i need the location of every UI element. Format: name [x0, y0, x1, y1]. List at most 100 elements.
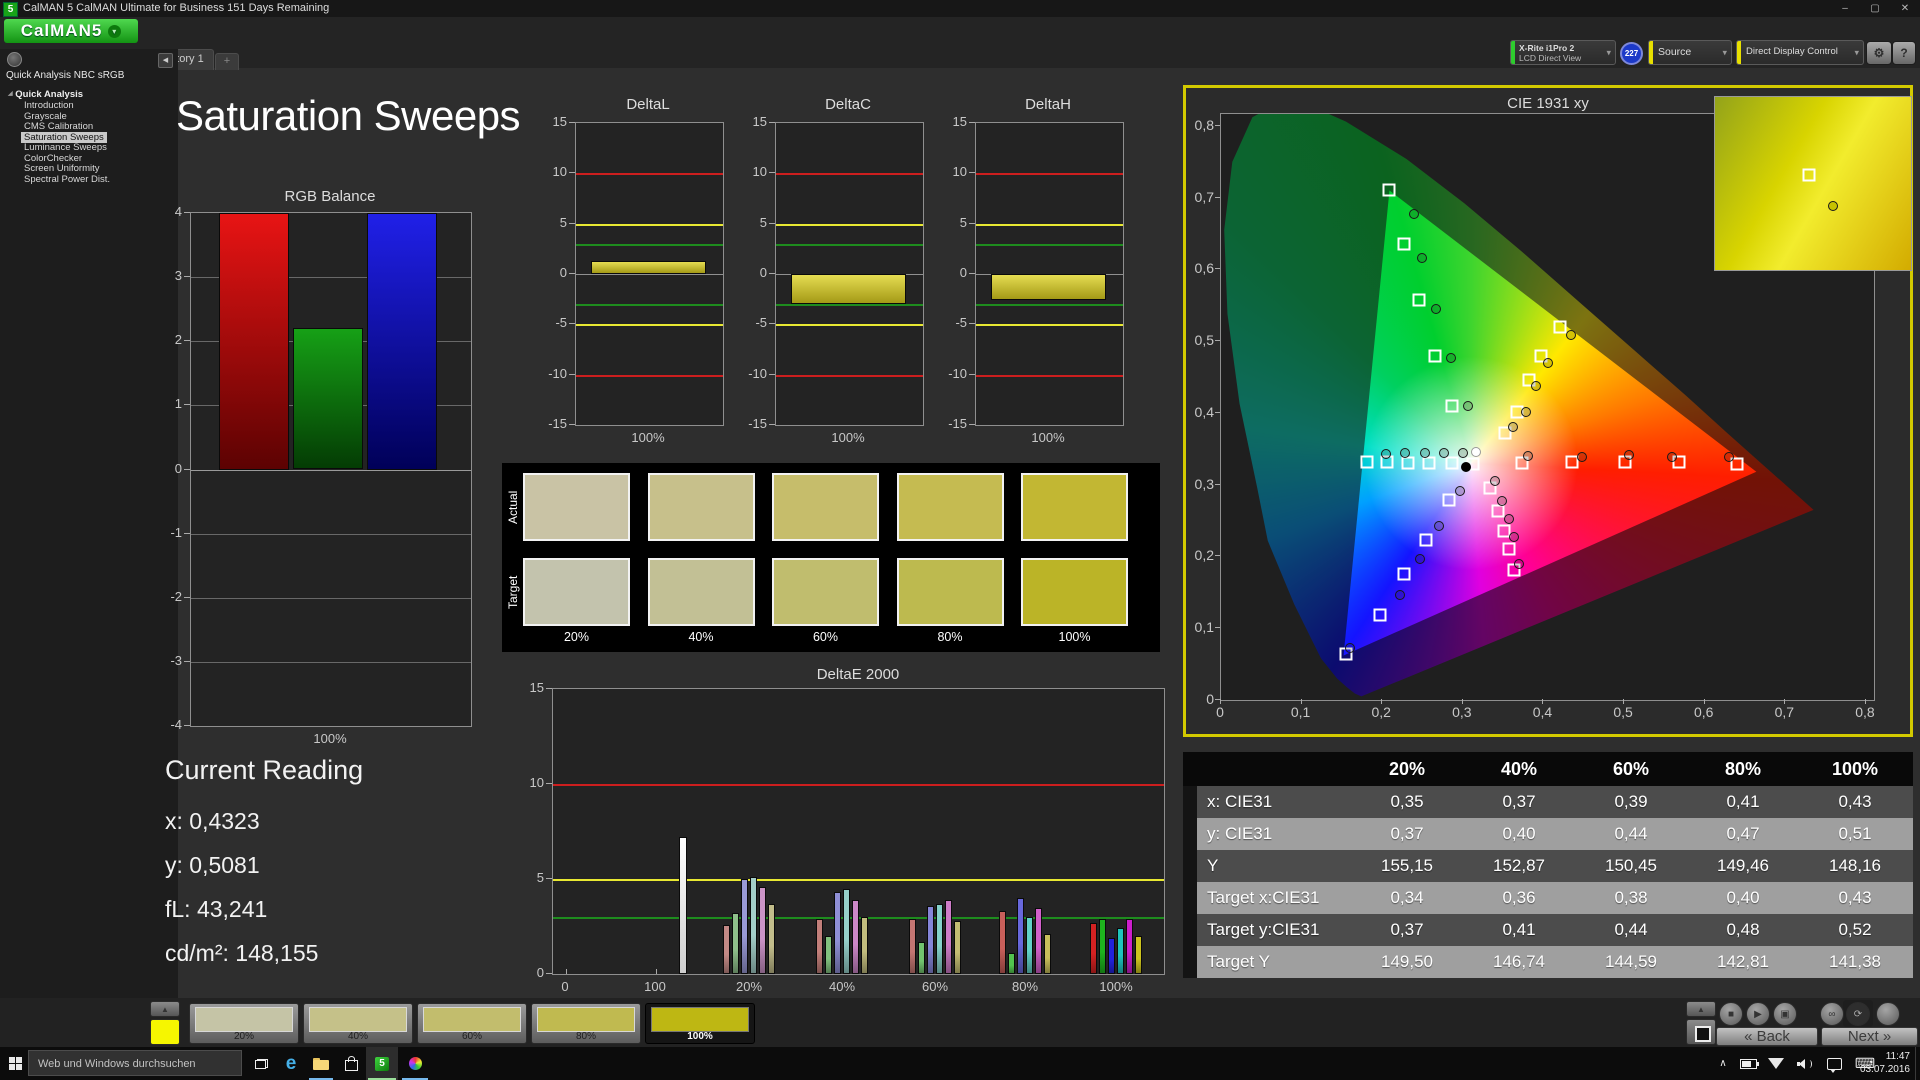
task-view-button[interactable]	[246, 1047, 276, 1080]
paint-app-button[interactable]	[400, 1047, 430, 1080]
settings-button[interactable]: ⚙	[1866, 41, 1892, 65]
magenta-measured-circle	[1503, 514, 1514, 525]
deltae-bar-80%-3	[1026, 917, 1033, 974]
table-value: 150,45	[1605, 856, 1657, 875]
sidebar-item-screen-uniformity[interactable]: Screen Uniformity	[24, 163, 100, 174]
play-button[interactable]: ▶	[1746, 1002, 1770, 1026]
table-value: 0,51	[1838, 824, 1872, 843]
tray-chevron-icon[interactable]: ∧	[1712, 1047, 1734, 1080]
table-value: 146,74	[1493, 952, 1545, 971]
target-swatch-20%	[523, 558, 630, 626]
deltae-bar-80%-2	[1017, 898, 1024, 974]
cie-ytick: 0,5	[1194, 332, 1214, 349]
taskbar-search-input[interactable]: Web und Windows durchsuchen	[28, 1050, 242, 1076]
sidebar-collapse-button[interactable]: ◀	[158, 53, 173, 68]
red-measured-circle	[1666, 451, 1677, 462]
ref-line	[976, 324, 1123, 327]
sidebar-item-spectral-power-dist-[interactable]: Spectral Power Dist.	[24, 174, 110, 185]
tick-label: 0	[174, 460, 182, 476]
cie-ytick: 0,4	[1194, 403, 1214, 420]
help-button[interactable]: ?	[1892, 41, 1916, 65]
battery-icon[interactable]	[1736, 1047, 1760, 1080]
logo-menu-caret-icon[interactable]: ▾	[108, 24, 122, 38]
windows-taskbar: Web und Windows durchsuchen e 5 ∧ ⌨ 11:4…	[0, 1047, 1920, 1080]
next-button[interactable]: Next »	[1821, 1027, 1918, 1046]
tick-label: 10	[752, 164, 767, 180]
stop-button[interactable]: ■	[1719, 1002, 1743, 1026]
file-explorer-button[interactable]	[306, 1047, 336, 1080]
display-window-button[interactable]	[1686, 1019, 1716, 1045]
swatch-row-label-target: Target	[506, 575, 520, 609]
display-collapse-button[interactable]: ▲	[1686, 1001, 1716, 1017]
refresh-button[interactable]: ⟳	[1846, 1002, 1870, 1026]
source-dropdown[interactable]: Source ▾	[1648, 40, 1732, 65]
calman-logo[interactable]: CalMAN5 ▾	[4, 19, 138, 43]
green-measured-circle	[1445, 352, 1456, 363]
notification-icon[interactable]	[1822, 1047, 1846, 1080]
tick-mark	[569, 122, 575, 123]
show-desktop-button[interactable]	[1915, 1047, 1920, 1080]
task-view-icon	[254, 1058, 268, 1069]
pattern-chip	[309, 1007, 407, 1032]
maximize-button[interactable]: ▢	[1860, 0, 1890, 17]
tick-label: -15	[948, 416, 967, 431]
delta-xlabel: 100%	[1031, 430, 1065, 445]
tab-add[interactable]: +	[215, 53, 239, 70]
cyan-target-square	[1445, 456, 1459, 470]
green-target-square	[1412, 293, 1426, 307]
tick-label: 10	[552, 164, 567, 180]
table-header-cell: 40%	[1500, 758, 1538, 779]
volume-icon[interactable]	[1792, 1047, 1816, 1080]
pattern-preview-button[interactable]	[150, 1019, 180, 1045]
wifi-icon[interactable]	[1764, 1047, 1788, 1080]
tick-mark	[184, 212, 190, 213]
sidebar-item-luminance-sweeps[interactable]: Luminance Sweeps	[24, 142, 107, 153]
close-button[interactable]: ✕	[1890, 0, 1920, 17]
pattern-button-60%[interactable]: 60%	[417, 1003, 527, 1044]
deltae-bar-20%-5	[768, 903, 775, 974]
minimize-button[interactable]: –	[1830, 0, 1860, 17]
continuous-button[interactable]: ∞	[1820, 1002, 1844, 1026]
sidebar-root-quick-analysis[interactable]: ◢ Quick Analysis	[8, 89, 83, 100]
table-row: Target Y 149,50 146,74 144,59 142,81 141,38	[1183, 946, 1913, 978]
sidebar-item-cms-calibration[interactable]: CMS Calibration	[24, 121, 93, 132]
deltae-bar-20%-2	[741, 879, 748, 974]
pattern-button-20%[interactable]: 20%	[189, 1003, 299, 1044]
start-button[interactable]	[0, 1047, 30, 1080]
calman-taskbar-button[interactable]: 5	[366, 1047, 398, 1080]
sidebar: ◀ Quick Analysis NBC sRGB ◢ Quick Analys…	[0, 49, 178, 998]
sidebar-item-colorchecker[interactable]: ColorChecker	[24, 153, 82, 164]
workflow-radio-icon[interactable]	[7, 52, 22, 67]
cyan-measured-circle	[1381, 448, 1392, 459]
blue-measured-circle	[1344, 643, 1355, 654]
clock-date: 03.07.2016	[1859, 1064, 1910, 1075]
blank-transport-button[interactable]	[1876, 1002, 1900, 1026]
rgb-balance-title: RGB Balance	[284, 188, 376, 205]
pattern-button-40%[interactable]: 40%	[303, 1003, 413, 1044]
meter-dropdown[interactable]: X-Rite i1Pro 2 LCD Direct View ▾	[1510, 40, 1616, 65]
pattern-button-80%[interactable]: 80%	[531, 1003, 641, 1044]
back-button[interactable]: « Back	[1716, 1027, 1818, 1046]
sidebar-item-grayscale[interactable]: Grayscale	[24, 111, 67, 122]
gear-icon: ⚙	[1873, 46, 1885, 60]
inset-measured-circle	[1827, 200, 1838, 211]
pattern-window-button[interactable]: ▣	[1773, 1002, 1797, 1026]
table-header-cell: 20%	[1388, 758, 1426, 779]
deltae-bar-100%-5	[1135, 936, 1142, 974]
taskbar-clock[interactable]: 11:47 03.07.2016	[1860, 1050, 1910, 1076]
x-tick	[566, 969, 567, 974]
tick-mark	[1215, 268, 1220, 270]
store-button[interactable]	[336, 1047, 366, 1080]
sidebar-item-introduction[interactable]: Introduction	[24, 100, 74, 111]
ref-line	[576, 243, 723, 246]
tick-mark	[1381, 699, 1383, 704]
tick-mark	[569, 323, 575, 325]
pattern-collapse-button[interactable]: ▲	[150, 1001, 180, 1017]
display-control-dropdown[interactable]: Direct Display Control ▾	[1736, 40, 1864, 65]
table-value: 144,59	[1605, 952, 1657, 971]
edge-button[interactable]: e	[276, 1047, 306, 1080]
actual-swatch-100%	[1021, 473, 1128, 541]
delta-xlabel: 100%	[631, 430, 665, 445]
pattern-button-100%[interactable]: 100%	[645, 1003, 755, 1044]
sidebar-item-saturation-sweeps[interactable]: Saturation Sweeps	[21, 131, 107, 143]
